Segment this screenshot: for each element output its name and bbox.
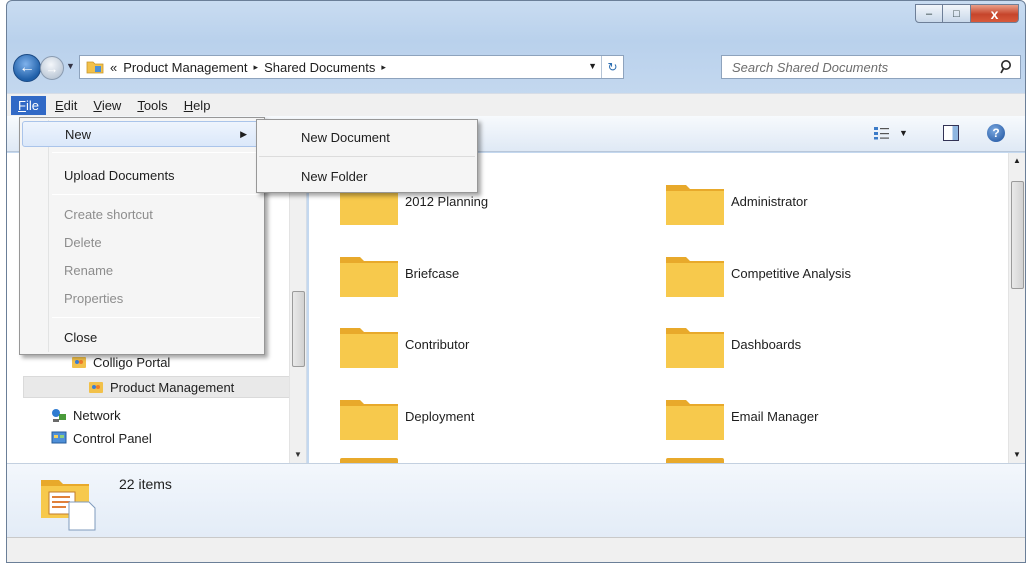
file-menu-rename[interactable]: Rename (22, 257, 262, 283)
colligo-portal-icon (72, 357, 86, 368)
control-panel-icon (51, 431, 67, 444)
tree-item-network[interactable]: Network (47, 404, 121, 426)
folder-icon (666, 257, 724, 297)
menu-edit[interactable]: Edit (48, 96, 84, 115)
breadcrumb-separator-icon[interactable]: ▸ (254, 62, 259, 73)
details-view-icon (874, 127, 889, 140)
menu-file[interactable]: File (11, 95, 46, 115)
details-pane: 22 items (7, 463, 1025, 537)
breadcrumb-product-management[interactable]: Product Management (123, 60, 247, 75)
breadcrumb-shared-documents[interactable]: Shared Documents (264, 60, 375, 75)
forward-button[interactable]: → (40, 56, 64, 80)
navigation-scrollbar[interactable]: ▼ (289, 153, 306, 463)
folder-icon (86, 61, 104, 74)
address-bar[interactable]: « Product Management ▸ Shared Documents … (79, 55, 624, 79)
submenu-new-folder[interactable]: New Folder (259, 162, 475, 190)
file-menu-close[interactable]: Close (22, 324, 262, 350)
refresh-icon: ↻ (607, 60, 618, 74)
folder-item[interactable]: Briefcase (337, 245, 459, 301)
file-menu-dropdown: New ▶ Upload Documents Create shortcut D… (19, 117, 265, 355)
folder-icon (340, 400, 398, 440)
folder-icon (666, 328, 724, 368)
tree-item-product-management[interactable]: Product Management (23, 376, 292, 398)
menu-bar: File Edit View Tools Help (7, 93, 1025, 116)
file-list: 2012 Planning Administrator Briefcase Co… (309, 153, 1022, 463)
search-placeholder: Search Shared Documents (732, 59, 889, 75)
file-menu-properties[interactable]: Properties (22, 285, 262, 311)
scroll-down-icon[interactable]: ▼ (1013, 450, 1021, 459)
chevron-down-icon[interactable]: ▼ (899, 128, 908, 138)
folder-icon (666, 400, 724, 440)
file-menu-create-shortcut[interactable]: Create shortcut (22, 201, 262, 227)
refresh-button[interactable]: ↻ (601, 56, 623, 78)
new-submenu: New Document New Folder (256, 119, 478, 193)
folder-documents-icon (41, 480, 96, 531)
folder-item[interactable]: Deployment (337, 388, 474, 444)
menu-view[interactable]: View (86, 96, 128, 115)
file-menu-new[interactable]: New ▶ (22, 121, 262, 147)
submenu-arrow-icon: ▶ (240, 128, 247, 139)
folder-item[interactable]: Email Manager (663, 388, 818, 444)
caption-buttons: – □ x (915, 4, 1019, 23)
forward-arrow-icon: → (45, 60, 59, 76)
help-icon[interactable]: ? (987, 124, 1005, 142)
folder-item[interactable]: Competitive Analysis (663, 245, 851, 301)
folder-icon (340, 257, 398, 297)
file-menu-delete[interactable]: Delete (22, 229, 262, 255)
status-bar (7, 537, 1025, 562)
back-arrow-icon: ← (19, 59, 35, 76)
preview-pane-button[interactable] (943, 125, 959, 141)
content-scrollbar[interactable]: ▲ ▼ (1008, 153, 1025, 463)
address-row: ← → ▼ « Product Management ▸ Shared Docu… (7, 51, 1025, 85)
scrollbar-thumb[interactable] (292, 291, 305, 367)
breadcrumb-separator-icon[interactable]: ▸ (381, 62, 386, 73)
menu-help[interactable]: Help (177, 96, 218, 115)
back-button[interactable]: ← (13, 54, 41, 82)
minimize-button[interactable]: – (915, 4, 943, 23)
network-icon (52, 409, 66, 422)
submenu-new-document[interactable]: New Document (259, 123, 475, 151)
address-overflow-chevron[interactable]: « (110, 60, 117, 75)
item-count: 22 items (119, 476, 172, 492)
change-view-button[interactable]: ▼ (873, 126, 908, 140)
maximize-button[interactable]: □ (943, 4, 971, 23)
scroll-up-icon[interactable]: ▲ (1013, 156, 1021, 165)
close-button[interactable]: x (971, 4, 1019, 23)
scrollbar-thumb[interactable] (1011, 181, 1024, 289)
menu-tools[interactable]: Tools (130, 96, 174, 115)
folder-item[interactable]: Contributor (337, 316, 469, 372)
search-icon[interactable] (1000, 59, 1014, 75)
folder-item[interactable]: Dashboards (663, 316, 801, 372)
search-input[interactable]: Search Shared Documents (721, 55, 1021, 79)
folder-icon (340, 328, 398, 368)
folder-item[interactable]: Administrator (663, 173, 808, 229)
folder-icon (666, 185, 724, 225)
address-dropdown-icon[interactable]: ▼ (588, 61, 597, 71)
file-menu-upload-documents[interactable]: Upload Documents (22, 162, 262, 188)
recent-pages-dropdown[interactable]: ▼ (66, 61, 75, 71)
scroll-down-icon[interactable]: ▼ (294, 450, 302, 459)
colligo-portal-icon (89, 382, 103, 393)
tree-item-control-panel[interactable]: Control Panel (47, 427, 152, 449)
